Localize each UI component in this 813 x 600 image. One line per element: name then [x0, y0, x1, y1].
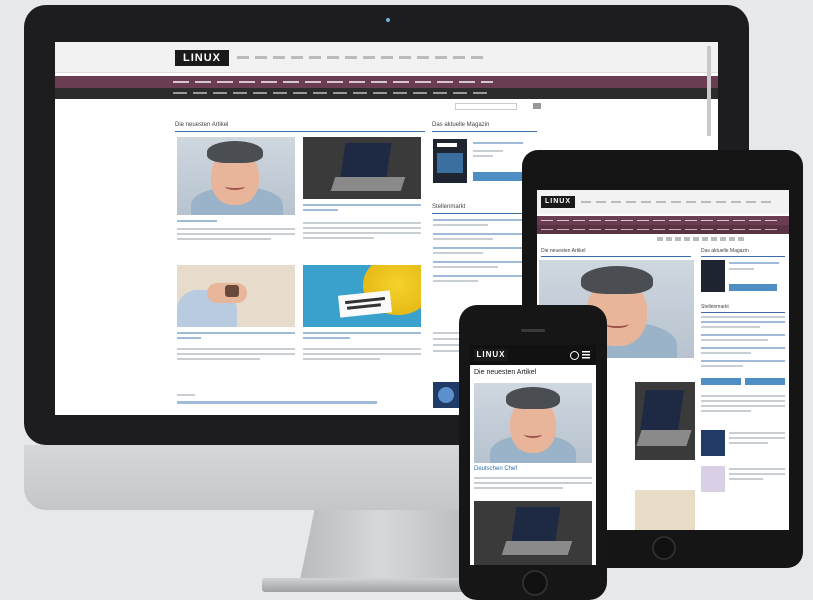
article-teaser: [303, 222, 421, 239]
tablet-header-links[interactable]: [581, 201, 771, 203]
hamburger-icon[interactable]: [582, 351, 590, 359]
article-image-hands[interactable]: [177, 265, 295, 327]
article-title[interactable]: [303, 204, 421, 211]
tablet-sidebar-title: Das aktuelle Magazin: [701, 248, 785, 257]
tablet-job-listing[interactable]: [701, 316, 785, 367]
tablet-main-nav[interactable]: [537, 216, 789, 225]
search-input[interactable]: [455, 103, 517, 110]
site-header: LINUX: [55, 42, 718, 73]
magazine-cover[interactable]: [433, 139, 467, 183]
article-image-portrait[interactable]: [177, 137, 295, 215]
tablet-teaser: [701, 395, 785, 412]
phone-home-button[interactable]: [522, 570, 548, 596]
tablet-header: LINUX: [537, 190, 789, 214]
tablet-article-image-laptop[interactable]: [635, 382, 695, 460]
news-label: [177, 394, 217, 396]
phone-speaker: [521, 329, 545, 332]
phone-article-title[interactable]: Deutschen Chef: [474, 466, 592, 474]
site-logo[interactable]: LINUX: [175, 50, 229, 66]
phone-section-title: Die neuesten Artikel: [474, 369, 537, 376]
article-image-laptop[interactable]: [303, 137, 421, 199]
phone-article-image-portrait[interactable]: [474, 383, 592, 463]
tablet-thumbnail-2[interactable]: [701, 466, 725, 492]
search-icon[interactable]: [570, 351, 579, 360]
scrollbar[interactable]: [707, 46, 711, 136]
tablet-thumb-text-1: [729, 432, 785, 444]
search-icon[interactable]: [533, 103, 541, 109]
phone-logo[interactable]: LINUX: [474, 349, 508, 361]
tablet-article-image-hands[interactable]: [635, 490, 695, 530]
article-title[interactable]: [177, 220, 217, 222]
header-links[interactable]: [237, 56, 487, 59]
phone-article-teaser: [474, 477, 592, 489]
article-teaser: [177, 348, 295, 360]
tablet-magazine-info: [729, 262, 779, 270]
tablet-thumb-text-2: [729, 468, 785, 480]
tablet-toolbar[interactable]: [657, 237, 747, 241]
tablet-button-left[interactable]: [701, 378, 741, 385]
magazine-info: [473, 142, 523, 157]
job-listing[interactable]: [433, 219, 533, 282]
section-title: Die neuesten Artikel: [175, 122, 425, 132]
phone-article-image-laptop[interactable]: [474, 501, 592, 565]
sub-nav-items[interactable]: [173, 92, 493, 94]
tablet-home-button[interactable]: [652, 536, 676, 560]
tablet-section-title: Die neuesten Artikel: [541, 248, 691, 257]
article-teaser: [303, 348, 421, 360]
sub-nav: [55, 88, 718, 99]
news-title[interactable]: [177, 401, 377, 404]
monitor-stand: [300, 510, 480, 580]
phone-header: LINUX: [470, 345, 596, 365]
article-title[interactable]: [177, 332, 295, 339]
subscribe-button[interactable]: [473, 172, 523, 181]
article-image-flowers[interactable]: [303, 265, 421, 327]
sidebar-thumbnail[interactable]: [433, 382, 459, 408]
tablet-side-box-title: Stellenmarkt: [701, 304, 785, 313]
tablet-logo[interactable]: LINUX: [541, 196, 575, 208]
tablet-button-right[interactable]: [745, 378, 785, 385]
tablet-sub-nav[interactable]: [537, 225, 789, 234]
phone-screen: LINUX Die neuesten Artikel Deutschen Che…: [470, 345, 596, 565]
tablet-thumbnail-1[interactable]: [701, 430, 725, 456]
article-teaser: [177, 228, 295, 240]
webcam-icon: [386, 18, 390, 22]
tablet-magazine-cover[interactable]: [701, 260, 725, 292]
main-nav-items[interactable]: [173, 81, 493, 83]
main-nav: [55, 76, 718, 88]
sidebar-title: Das aktuelle Magazin: [432, 122, 537, 132]
tablet-subscribe-button[interactable]: [729, 284, 777, 291]
article-title[interactable]: [303, 332, 421, 339]
